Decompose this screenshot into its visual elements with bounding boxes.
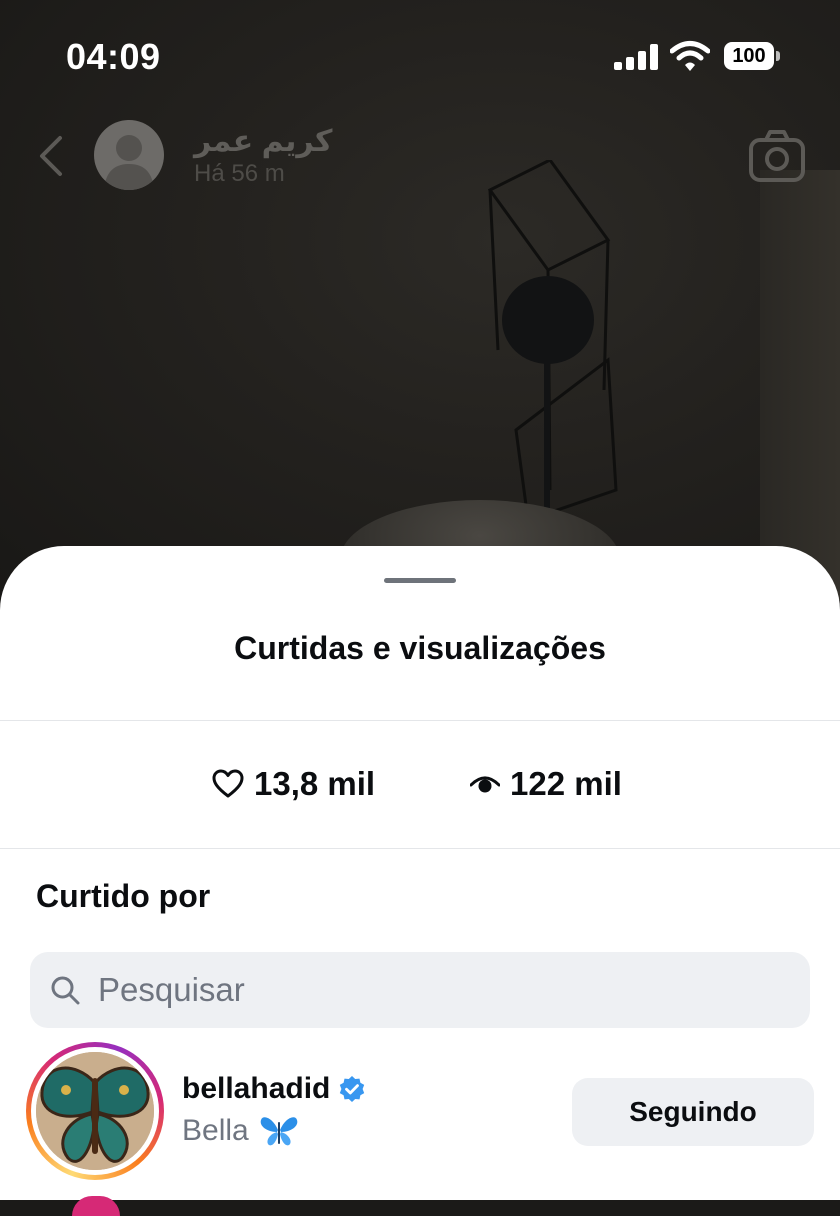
verified-badge-icon: [340, 1076, 365, 1102]
story-time-ago: Há 56 m: [194, 160, 285, 187]
wifi-icon: [670, 41, 710, 71]
views-count-value: 122 mil: [510, 765, 622, 802]
liked-by-title: Curtido por: [36, 878, 211, 914]
butterfly-emoji: [260, 1117, 298, 1146]
list-item[interactable]: bellahadid Bella Seguindo: [0, 1042, 840, 1182]
next-list-item-ring: [72, 1196, 120, 1216]
default-avatar-icon: [104, 135, 154, 190]
status-bar: 04:09 100: [0, 0, 840, 110]
search-icon: [51, 976, 80, 1005]
following-button[interactable]: Seguindo: [572, 1078, 814, 1146]
story-ring[interactable]: [26, 1042, 164, 1180]
likes-count-value: 13,8 mil: [254, 765, 376, 802]
likes-views-sheet: Curtidas e visualizações 13,8 mil 122 mi…: [0, 546, 840, 1216]
search-bar[interactable]: [30, 952, 810, 1028]
views-count: 122 mil: [470, 762, 622, 806]
heart-icon: [212, 769, 244, 798]
divider: [0, 848, 840, 849]
story-author-avatar[interactable]: [94, 120, 164, 190]
butterfly-avatar-image: [36, 1052, 154, 1170]
divider: [0, 720, 840, 721]
camera-icon[interactable]: [748, 128, 806, 184]
battery-level: 100: [724, 42, 774, 70]
story-lamp-stand: [488, 160, 618, 523]
avatar: [36, 1052, 154, 1170]
fullname-text: Bella: [182, 1114, 249, 1147]
chevron-left-icon[interactable]: [34, 134, 70, 178]
search-input[interactable]: [96, 970, 780, 1010]
eye-icon: [470, 776, 500, 793]
sheet-title: Curtidas e visualizações: [234, 630, 606, 666]
battery-icon: 100: [724, 42, 780, 70]
list-item-fullname: Bella: [182, 1114, 299, 1148]
sheet-grabber[interactable]: [384, 578, 456, 583]
cellular-signal-icon: [614, 44, 658, 70]
status-time: 04:09: [66, 36, 161, 77]
list-item-username[interactable]: bellahadid: [182, 1072, 366, 1106]
username-text: bellahadid: [182, 1072, 331, 1105]
likes-count: 13,8 mil: [212, 762, 375, 806]
story-wall: [760, 170, 840, 600]
story-author-name[interactable]: كريم عمر: [194, 124, 333, 159]
